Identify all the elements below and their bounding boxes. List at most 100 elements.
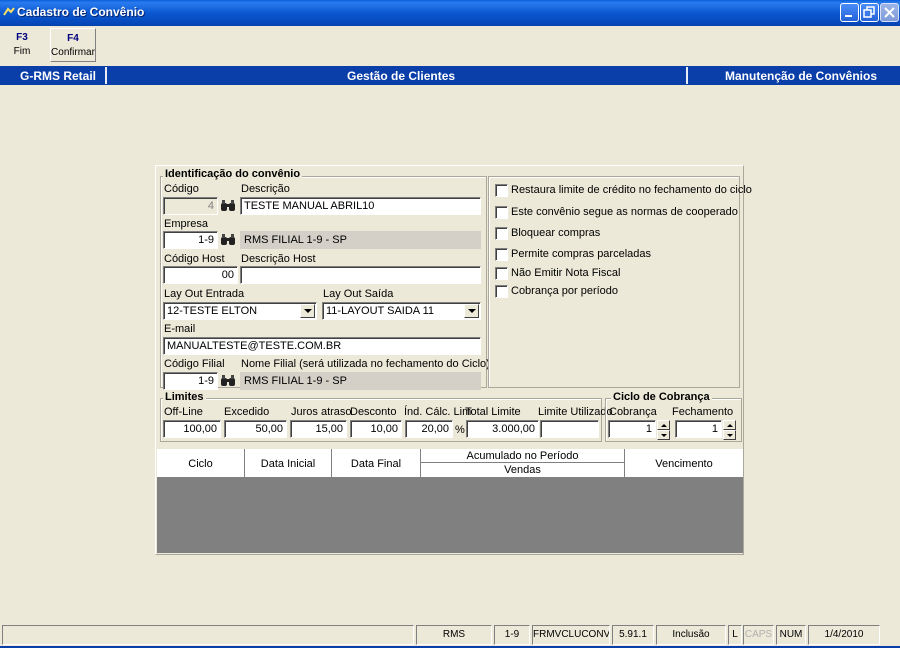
column-data-final[interactable]: Data Final — [332, 449, 421, 478]
fechamento-input[interactable]: 1 — [675, 420, 722, 438]
option-checkbox[interactable] — [495, 206, 508, 219]
minimize-button[interactable] — [840, 3, 859, 22]
confirmar-label: Confirmar — [51, 47, 95, 58]
column-vendas[interactable]: Vendas — [421, 463, 625, 478]
restore-icon — [863, 6, 875, 18]
cobranca-spinner[interactable] — [657, 420, 670, 440]
limite-utilizado-input[interactable] — [540, 420, 599, 438]
layout-entrada-label: Lay Out Entrada — [164, 288, 245, 300]
header-banner: G-RMS Retail Gestão de Clientes Manutenç… — [0, 66, 900, 85]
banner-app-name: G-RMS Retail — [20, 69, 97, 83]
option-label[interactable]: Cobrança por período — [511, 285, 618, 297]
status-form: FRMVCLUCONV — [532, 625, 610, 645]
off-line-label: Off-Line — [164, 406, 203, 418]
binoculars-icon[interactable] — [220, 373, 236, 389]
grid-body[interactable] — [157, 478, 743, 553]
option-label[interactable]: Bloquear compras — [511, 227, 600, 239]
off-line-input[interactable]: 100,00 — [163, 420, 221, 438]
option-label[interactable]: Permite compras parceladas — [511, 248, 651, 260]
limite-utilizado-label: Limite Utilizado — [538, 406, 613, 418]
spin-down-icon[interactable] — [723, 430, 736, 440]
excedido-input[interactable]: 50,00 — [224, 420, 287, 438]
status-l: L — [728, 625, 742, 645]
option-label[interactable]: Restaura limite de crédito no fechamento… — [511, 184, 752, 196]
layout-entrada-value: 12-TESTE ELTON — [167, 305, 258, 317]
status-system: RMS — [416, 625, 492, 645]
desconto-input[interactable]: 10,00 — [350, 420, 402, 438]
email-input[interactable]: MANUALTESTE@TESTE.COM.BR — [163, 337, 481, 355]
codigo-host-input[interactable]: 00 — [163, 266, 238, 284]
fim-label: Fim — [13, 46, 31, 57]
layout-saida-value: 11-LAYOUT SAIDA 11 — [326, 305, 435, 317]
layout-saida-select[interactable]: 11-LAYOUT SAIDA 11 — [322, 302, 481, 320]
ind-calc-lim-input[interactable]: 20,00 — [405, 420, 453, 438]
juros-atraso-label: Juros atraso — [291, 406, 352, 418]
chevron-down-icon[interactable] — [464, 304, 479, 318]
chevron-down-icon[interactable] — [300, 304, 315, 318]
confirmar-key: F4 — [67, 33, 79, 44]
spin-up-icon[interactable] — [723, 420, 736, 430]
status-mode: Inclusão — [656, 625, 726, 645]
codigo-filial-input[interactable]: 1-9 — [163, 372, 218, 390]
ind-calc-lim-label: Índ. Cálc. Lim — [404, 406, 472, 418]
option-checkbox[interactable] — [495, 248, 508, 261]
total-limite-input[interactable]: 3.000,00 — [466, 420, 539, 438]
spin-down-icon[interactable] — [657, 430, 670, 440]
column-ciclo[interactable]: Ciclo — [157, 449, 245, 478]
option-label[interactable]: Não Emitir Nota Fiscal — [511, 267, 620, 279]
cobranca-label: Cobrança — [609, 406, 657, 418]
option-checkbox[interactable] — [495, 184, 508, 197]
fim-key: F3 — [16, 32, 28, 43]
cobranca-input[interactable]: 1 — [608, 420, 656, 438]
codigo-host-label: Código Host — [164, 253, 225, 265]
restore-button[interactable] — [860, 3, 879, 22]
status-company: 1-9 — [494, 625, 530, 645]
binoculars-icon[interactable] — [220, 198, 236, 214]
empresa-input[interactable]: 1-9 — [163, 231, 218, 249]
banner-screen: Manutenção de Convênios — [725, 69, 878, 83]
empresa-name-field: RMS FILIAL 1-9 - SP — [240, 231, 481, 249]
column-vencimento[interactable]: Vencimento — [625, 449, 743, 478]
option-label[interactable]: Este convênio segue as normas de coopera… — [511, 206, 738, 218]
juros-atraso-input[interactable]: 15,00 — [290, 420, 347, 438]
percent-label: % — [455, 424, 465, 436]
minimize-icon — [845, 15, 852, 17]
app-icon — [3, 7, 15, 16]
email-label: E-mail — [164, 323, 196, 335]
fechamento-label: Fechamento — [672, 406, 734, 418]
column-group-acumulado: Acumulado no Período — [421, 449, 625, 463]
empresa-label: Empresa — [164, 218, 209, 230]
status-message — [2, 625, 414, 645]
title-bar: Cadastro de Convênio — [0, 0, 900, 26]
limites-title: Limites — [163, 391, 206, 403]
close-button[interactable] — [880, 3, 899, 22]
close-icon — [884, 7, 895, 18]
codigo-filial-label: Código Filial — [164, 358, 225, 370]
status-num: NUM — [776, 625, 806, 645]
fechamento-spinner[interactable] — [723, 420, 736, 440]
option-checkbox[interactable] — [495, 285, 508, 298]
binoculars-icon[interactable] — [220, 232, 236, 248]
descricao-label: Descrição — [241, 183, 290, 195]
identificacao-title: Identificação do convênio — [163, 168, 303, 180]
codigo-input[interactable]: 4 — [163, 197, 218, 215]
descricao-host-input[interactable] — [240, 266, 481, 284]
window-title: Cadastro de Convênio — [17, 5, 145, 19]
confirmar-button[interactable]: F4 Confirmar — [50, 28, 96, 62]
option-checkbox[interactable] — [495, 227, 508, 240]
ciclo-cobranca-title: Ciclo de Cobrança — [611, 391, 712, 403]
status-version: 5.91.1 — [612, 625, 654, 645]
column-data-inicial[interactable]: Data Inicial — [245, 449, 332, 478]
nome-filial-field: RMS FILIAL 1-9 - SP — [240, 372, 481, 390]
codigo-label: Código — [164, 183, 199, 195]
desconto-label: Desconto — [350, 406, 397, 418]
descricao-input[interactable]: TESTE MANUAL ABRIL10 — [240, 197, 481, 215]
status-date: 1/4/2010 — [808, 625, 880, 645]
excedido-label: Excedido — [224, 406, 270, 418]
spin-up-icon[interactable] — [657, 420, 670, 430]
nome-filial-label: Nome Filial (será utilizada no fechament… — [241, 358, 490, 370]
option-checkbox[interactable] — [495, 267, 508, 280]
fim-button[interactable]: F3 Fim — [1, 28, 43, 62]
banner-divider — [105, 67, 107, 84]
layout-entrada-select[interactable]: 12-TESTE ELTON — [163, 302, 317, 320]
